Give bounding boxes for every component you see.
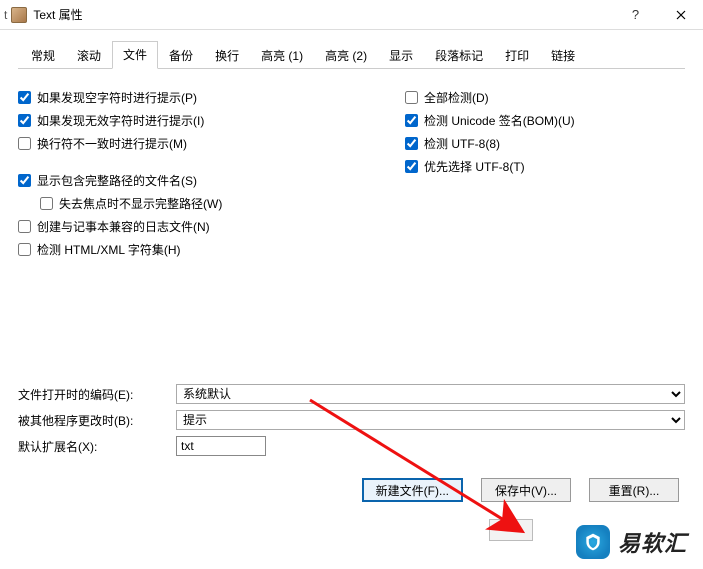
tab-link[interactable]: 链接 bbox=[540, 42, 586, 69]
tab-scroll[interactable]: 滚动 bbox=[66, 42, 112, 69]
app-icon bbox=[11, 7, 27, 23]
logo-badge-icon bbox=[576, 525, 610, 559]
chk-notepad-compat-box[interactable] bbox=[18, 220, 31, 233]
encoding-select[interactable]: 系统默认 bbox=[176, 384, 685, 404]
changed-select[interactable]: 提示 bbox=[176, 410, 685, 430]
window-title: Text 属性 bbox=[33, 6, 82, 23]
tab-highlight-1[interactable]: 高亮 (1) bbox=[250, 42, 314, 69]
tab-print[interactable]: 打印 bbox=[494, 42, 540, 69]
chk-detect-htmlxml[interactable]: 检测 HTML/XML 字符集(H) bbox=[18, 241, 365, 258]
window-edge-char: t bbox=[4, 8, 7, 22]
encoding-label: 文件打开时的编码(E): bbox=[18, 386, 168, 403]
changed-label: 被其他程序更改时(B): bbox=[18, 412, 168, 429]
chk-prefer-utf8-label: 优先选择 UTF-8(T) bbox=[424, 158, 525, 175]
new-file-button[interactable]: 新建文件(F)... bbox=[362, 478, 463, 502]
tab-highlight-2[interactable]: 高亮 (2) bbox=[314, 42, 378, 69]
logo-text: 易软汇 bbox=[618, 526, 687, 558]
ext-input[interactable] bbox=[176, 436, 266, 456]
chk-hide-path-unfocus-box[interactable] bbox=[40, 197, 53, 210]
chk-detect-utf8[interactable]: 检测 UTF-8(8) bbox=[405, 135, 685, 152]
chk-prompt-nullchar-label: 如果发现空字符时进行提示(P) bbox=[37, 89, 197, 106]
chk-detect-bom[interactable]: 检测 Unicode 签名(BOM)(U) bbox=[405, 112, 685, 129]
chk-detect-all-box[interactable] bbox=[405, 91, 418, 104]
chk-detect-utf8-box[interactable] bbox=[405, 137, 418, 150]
chk-prompt-invalid-label: 如果发现无效字符时进行提示(I) bbox=[37, 112, 204, 129]
chk-prompt-invalid-box[interactable] bbox=[18, 114, 31, 127]
watermark-logo: 易软汇 bbox=[576, 525, 687, 559]
chk-prompt-nullchar-box[interactable] bbox=[18, 91, 31, 104]
chk-detect-bom-box[interactable] bbox=[405, 114, 418, 127]
tab-paragraph[interactable]: 段落标记 bbox=[424, 42, 494, 69]
tab-general[interactable]: 常规 bbox=[20, 42, 66, 69]
chk-prompt-eol[interactable]: 换行符不一致时进行提示(M) bbox=[18, 135, 365, 152]
chk-hide-path-unfocus-label: 失去焦点时不显示完整路径(W) bbox=[59, 195, 222, 212]
tab-display[interactable]: 显示 bbox=[378, 42, 424, 69]
help-button[interactable]: ? bbox=[613, 0, 658, 30]
chk-prefer-utf8[interactable]: 优先选择 UTF-8(T) bbox=[405, 158, 685, 175]
chk-show-fullpath-box[interactable] bbox=[18, 174, 31, 187]
chk-notepad-compat[interactable]: 创建与记事本兼容的日志文件(N) bbox=[18, 218, 365, 235]
chk-detect-htmlxml-box[interactable] bbox=[18, 243, 31, 256]
ext-label: 默认扩展名(X): bbox=[18, 438, 168, 455]
chk-show-fullpath[interactable]: 显示包含完整路径的文件名(S) bbox=[18, 172, 365, 189]
chk-prompt-eol-label: 换行符不一致时进行提示(M) bbox=[37, 135, 187, 152]
chk-hide-path-unfocus[interactable]: 失去焦点时不显示完整路径(W) bbox=[40, 195, 365, 212]
chk-detect-bom-label: 检测 Unicode 签名(BOM)(U) bbox=[424, 112, 575, 129]
tab-file[interactable]: 文件 bbox=[112, 41, 158, 69]
reset-button[interactable]: 重置(R)... bbox=[589, 478, 679, 502]
close-button[interactable] bbox=[658, 0, 703, 30]
titlebar: t Text 属性 ? bbox=[0, 0, 703, 30]
chk-prompt-eol-box[interactable] bbox=[18, 137, 31, 150]
tab-backup[interactable]: 备份 bbox=[158, 42, 204, 69]
tab-bar: 常规 滚动 文件 备份 换行 高亮 (1) 高亮 (2) 显示 段落标记 打印 … bbox=[18, 40, 685, 69]
chk-prefer-utf8-box[interactable] bbox=[405, 160, 418, 173]
chk-show-fullpath-label: 显示包含完整路径的文件名(S) bbox=[37, 172, 197, 189]
left-column: 如果发现空字符时进行提示(P) 如果发现无效字符时进行提示(I) 换行符不一致时… bbox=[18, 83, 365, 264]
close-icon bbox=[676, 10, 686, 20]
chk-detect-all[interactable]: 全部检测(D) bbox=[405, 89, 685, 106]
button-row: 新建文件(F)... 保存中(V)... 重置(R)... bbox=[18, 478, 685, 502]
chk-notepad-compat-label: 创建与记事本兼容的日志文件(N) bbox=[37, 218, 210, 235]
cutoff-button[interactable] bbox=[489, 519, 533, 541]
chk-detect-htmlxml-label: 检测 HTML/XML 字符集(H) bbox=[37, 241, 181, 258]
right-column: 全部检测(D) 检测 Unicode 签名(BOM)(U) 检测 UTF-8(8… bbox=[405, 83, 685, 264]
tab-wrap[interactable]: 换行 bbox=[204, 42, 250, 69]
saving-button[interactable]: 保存中(V)... bbox=[481, 478, 571, 502]
chk-prompt-invalid[interactable]: 如果发现无效字符时进行提示(I) bbox=[18, 112, 365, 129]
chk-detect-all-label: 全部检测(D) bbox=[424, 89, 489, 106]
chk-detect-utf8-label: 检测 UTF-8(8) bbox=[424, 135, 500, 152]
chk-prompt-nullchar[interactable]: 如果发现空字符时进行提示(P) bbox=[18, 89, 365, 106]
form-area: 文件打开时的编码(E): 系统默认 被其他程序更改时(B): 提示 默认扩展名(… bbox=[18, 384, 685, 456]
